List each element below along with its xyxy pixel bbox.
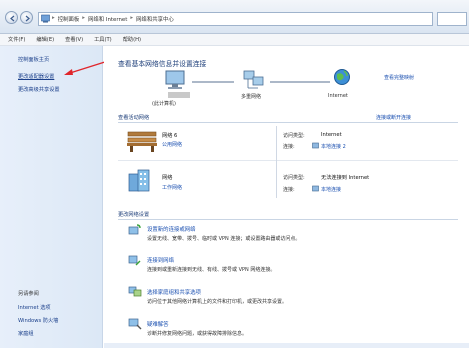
new-connection-icon (128, 224, 141, 235)
computer-name-blur (168, 92, 190, 98)
divider (118, 160, 458, 161)
full-map-link[interactable]: 查看完整映射 (384, 74, 414, 81)
network-6-name: 网络 6 (162, 133, 178, 139)
work-network-building-icon (128, 169, 150, 192)
connect-disconnect-link[interactable]: 连接或断开连接 (376, 114, 411, 121)
sidebar-item-internet-options[interactable]: Internet 选项 (18, 304, 51, 311)
multiple-networks-label: 多重网络 (241, 94, 262, 100)
network-name: 网络 (162, 175, 173, 181)
menu-help[interactable]: 帮助(H) (123, 36, 141, 43)
forward-arrow-icon (25, 15, 30, 22)
troubleshoot-icon (128, 318, 142, 330)
globe-icon (334, 69, 350, 85)
menu-tools[interactable]: 工具(T) (94, 36, 112, 43)
sidebar-item-homegroup[interactable]: 家庭组 (18, 330, 34, 337)
active-networks-header: 查看活动网络 (118, 115, 150, 121)
column-divider (276, 126, 277, 198)
network-6-conn-label: 连接: (283, 144, 295, 150)
task-troubleshoot-link[interactable]: 疑难解答 (147, 320, 169, 328)
computer-label: (此计算机) (152, 101, 176, 107)
network-6-conn-link[interactable]: 本地连接 2 (321, 143, 346, 150)
network-conn-link[interactable]: 本地连接 (321, 186, 341, 193)
change-settings-header: 更改网络设置 (118, 212, 150, 218)
task-new-connection-desc: 设置无线、宽带、拨号、临时或 VPN 连接；或设置路由器或访问点。 (147, 236, 301, 242)
sidebar-item-firewall[interactable]: Windows 防火墙 (18, 317, 58, 324)
public-network-bench-icon (127, 131, 157, 152)
breadcrumb-sharing-center[interactable]: 网络和共享中心 (136, 15, 174, 23)
breadcrumb-control-panel[interactable]: 控制面板 (58, 15, 80, 23)
task-new-connection-link[interactable]: 设置新的连接或网络 (147, 225, 196, 233)
network-adapter-icon (312, 185, 319, 192)
network-conn-label: 连接: (283, 187, 295, 193)
menu-view[interactable]: 查看(V) (65, 36, 83, 43)
breadcrumb: ▸ 控制面板 ▸ 网络和 Internet ▸ 网络和共享中心 (52, 15, 174, 23)
menu-edit[interactable]: 编辑(E) (36, 36, 54, 43)
task-troubleshoot-desc: 诊断并修复网络问题，或获得故障排除信息。 (147, 331, 248, 337)
network-6-type-link[interactable]: 公用网络 (162, 141, 182, 148)
network-adapter-icon (312, 142, 319, 149)
back-arrow-icon (10, 15, 15, 22)
map-link-line-2 (270, 81, 330, 83)
breadcrumb-network-internet[interactable]: 网络和 Internet (88, 15, 127, 23)
network-type-link[interactable]: 工作网络 (162, 184, 182, 191)
computer-icon (165, 70, 185, 89)
menu-bar: 文件(F) 编辑(E) 查看(V) 工具(T) 帮助(H) (0, 34, 469, 46)
page-title: 查看基本网络信息并设置连接 (118, 60, 207, 68)
multiple-networks-icon (243, 70, 264, 89)
task-homegroup-link[interactable]: 选择家庭组和共享选项 (147, 288, 201, 296)
homegroup-sharing-icon (128, 286, 142, 297)
sidebar-item-change-adapter[interactable]: 更改适配器设置 (18, 73, 54, 80)
menu-file[interactable]: 文件(F) (8, 36, 25, 43)
see-also-title: 另请参阅 (18, 291, 39, 297)
sidebar-item-advanced-sharing[interactable]: 更改高级共享设置 (18, 86, 60, 93)
sidebar-item-home[interactable]: 控制面板主页 (18, 56, 49, 63)
map-link-line-1 (192, 81, 234, 83)
task-homegroup-desc: 访问位于其他网络计算机上的文件和打印机，或更改共享设置。 (147, 299, 288, 305)
internet-label: Internet (328, 93, 348, 99)
control-panel-icon (41, 14, 50, 23)
network-access-value: 无法连接到 Internet (321, 175, 370, 181)
divider (118, 219, 458, 220)
red-annotation-arrow (64, 60, 109, 75)
network-6-access-value: Internet (321, 132, 342, 138)
back-button[interactable] (5, 11, 18, 24)
network-access-label: 访问类型: (283, 175, 305, 181)
search-input[interactable] (437, 12, 467, 26)
connect-network-icon (128, 255, 141, 266)
divider (118, 122, 458, 123)
task-connect-network-desc: 连接到或重新连接到无线、有线、拨号或 VPN 网络连接。 (147, 267, 276, 273)
status-strip (104, 343, 469, 348)
task-connect-network-link[interactable]: 连接到网络 (147, 256, 174, 264)
forward-button[interactable] (20, 11, 33, 24)
network-6-access-label: 访问类型: (283, 133, 305, 139)
